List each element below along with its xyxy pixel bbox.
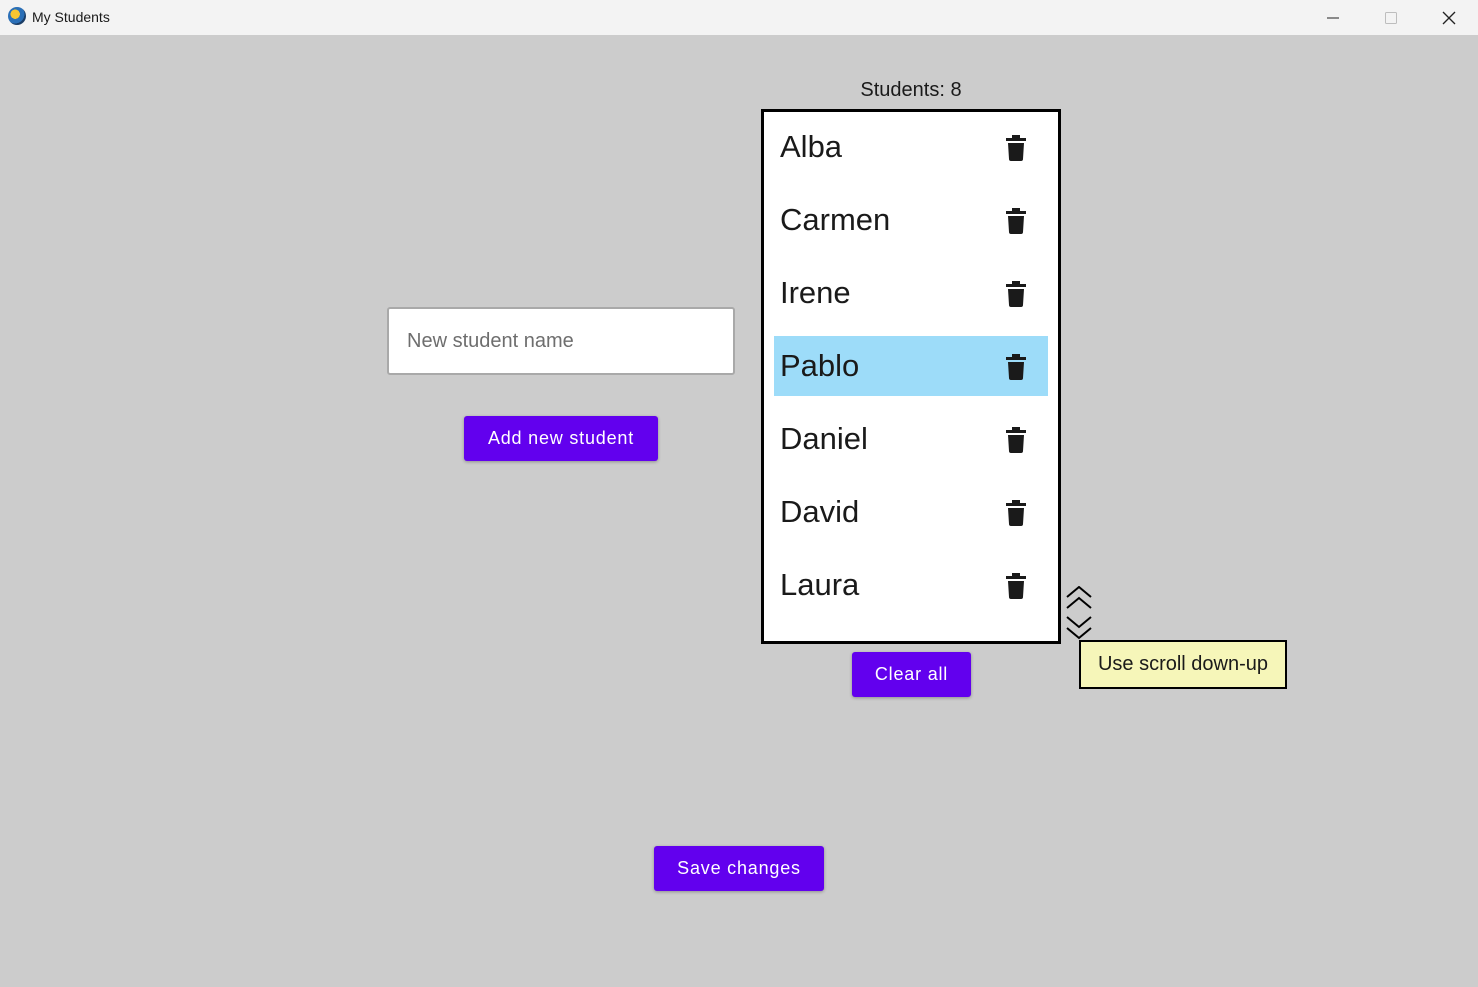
list-item[interactable]: Irene <box>774 263 1048 323</box>
app-icon <box>8 7 26 25</box>
clear-all-button[interactable]: Clear all <box>852 652 971 697</box>
maximize-button[interactable] <box>1362 0 1420 35</box>
student-name: Daniel <box>780 421 868 456</box>
save-changes-button[interactable]: Save changes <box>654 846 824 891</box>
list-item[interactable]: Carmen <box>774 190 1048 250</box>
list-item[interactable]: David <box>774 482 1048 542</box>
minimize-icon <box>1327 17 1339 18</box>
scroll-arrows-icon[interactable] <box>1064 586 1094 640</box>
student-name: Alba <box>780 129 843 164</box>
trash-icon[interactable] <box>1004 573 1028 599</box>
new-student-name-input[interactable] <box>387 307 735 375</box>
maximize-icon <box>1385 11 1397 24</box>
list-item[interactable]: Laura <box>774 555 1048 615</box>
list-item[interactable]: Pablo <box>774 336 1048 396</box>
add-new-student-button[interactable]: Add new student <box>464 416 658 461</box>
students-count-label: Students: 8 <box>860 79 962 101</box>
close-button[interactable] <box>1420 0 1478 35</box>
trash-icon[interactable] <box>1004 135 1028 161</box>
scroll-tooltip: Use scroll down-up <box>1079 640 1287 689</box>
trash-icon[interactable] <box>1004 427 1028 453</box>
list-item[interactable]: Daniel <box>774 409 1048 469</box>
trash-icon[interactable] <box>1004 281 1028 307</box>
trash-icon[interactable] <box>1004 208 1028 234</box>
title-bar: My Students <box>0 0 1478 35</box>
minimize-button[interactable] <box>1304 0 1362 35</box>
student-name: Irene <box>780 275 851 310</box>
list-item[interactable]: Alba <box>774 117 1048 177</box>
window-title: My Students <box>32 9 110 25</box>
trash-icon[interactable] <box>1004 354 1028 380</box>
close-icon <box>1442 11 1456 24</box>
students-list[interactable]: Alba Carmen Irene Pablo Daniel David Laura <box>761 109 1061 644</box>
trash-icon[interactable] <box>1004 500 1028 526</box>
student-name: Laura <box>780 567 860 602</box>
student-name: Carmen <box>780 202 891 237</box>
student-name: Pablo <box>780 348 860 383</box>
student-name: David <box>780 494 860 529</box>
